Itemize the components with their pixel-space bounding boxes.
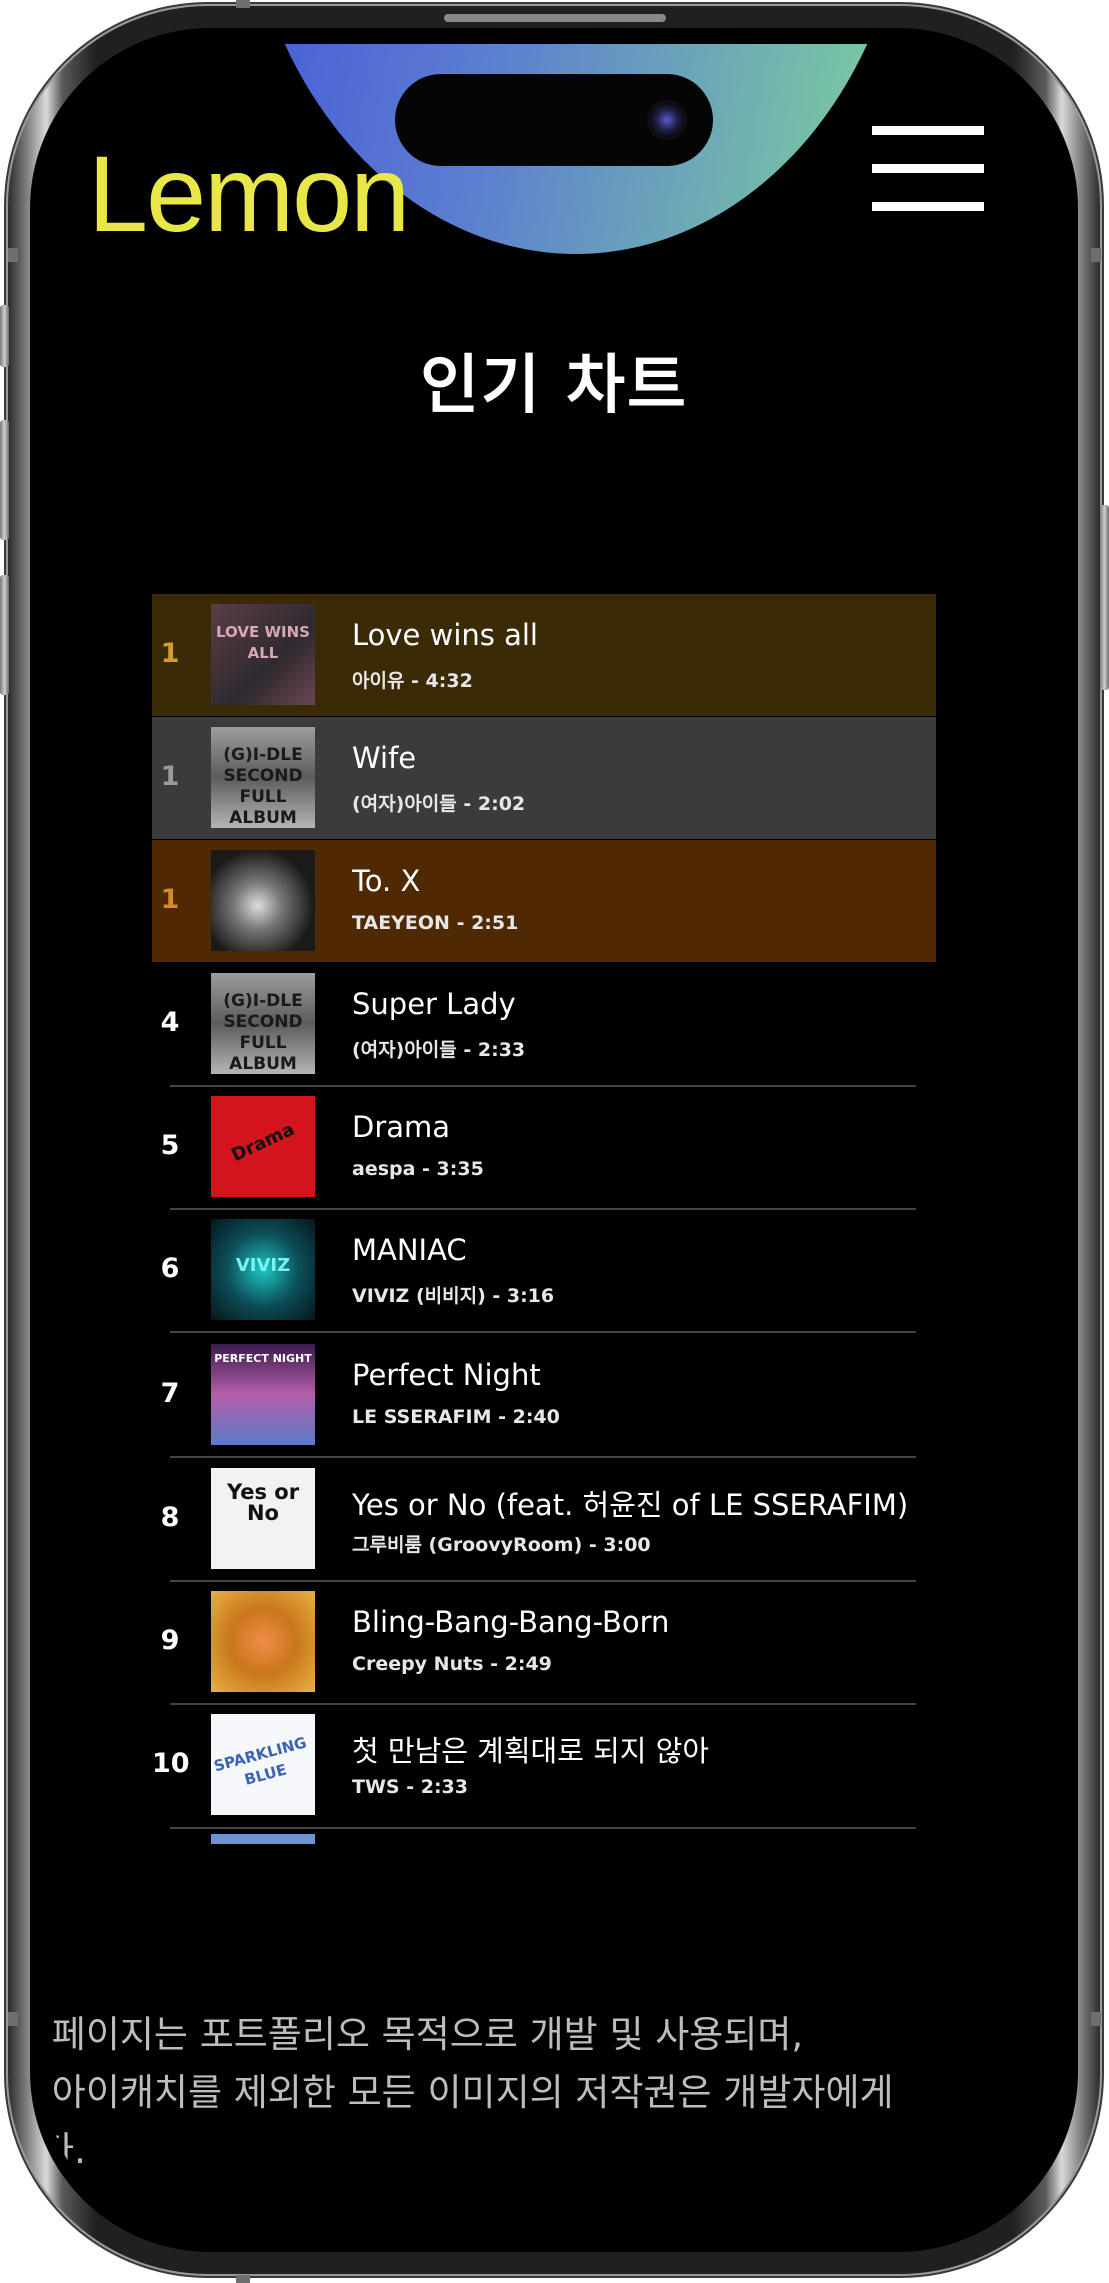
menu-bar — [872, 126, 984, 135]
antenna-band — [1091, 248, 1101, 262]
song-meta: 그루비룸 (GroovyRoom) - 3:00 — [352, 1534, 651, 1556]
rank-number: 10 — [152, 1748, 190, 1779]
antenna-band — [236, 0, 250, 8]
chart-row[interactable]: 6 VIVIZ MANIAC VIVIZ (비비지) - 3:16 — [152, 1209, 936, 1331]
rank-number: 6 — [160, 1253, 180, 1284]
menu-bar — [872, 202, 984, 211]
song-title[interactable]: Wife — [352, 741, 912, 775]
dynamic-island — [395, 74, 713, 166]
speaker-grille — [444, 14, 666, 22]
chart-row[interactable]: 1 To. X TAEYEON - 2:51 — [152, 840, 936, 962]
album-cover[interactable]: LOVE WINS ALL — [211, 604, 315, 705]
antenna-band — [8, 2012, 18, 2026]
footer-line: 본 페이지는 포트폴리오 목적으로 개발 및 사용되며, — [46, 2013, 804, 2056]
row-divider — [170, 1827, 916, 1829]
rank-number: 4 — [160, 1007, 180, 1038]
song-meta: (여자)아이들 - 2:33 — [352, 1039, 526, 1061]
album-cover[interactable]: Drama — [211, 1096, 315, 1197]
lemon-logo[interactable]: Lemon — [88, 134, 410, 254]
hamburger-menu-icon[interactable] — [872, 126, 984, 212]
album-cover[interactable] — [211, 850, 315, 951]
rank-number: 1 — [160, 884, 180, 915]
rank-number: 8 — [160, 1502, 180, 1533]
volume-up-button — [0, 420, 9, 540]
song-meta: (여자)아이들 - 2:02 — [352, 793, 526, 815]
album-cover-art-text: LOVE WINS ALL — [216, 623, 310, 662]
chart-row[interactable]: 9 Bling-Bang-Bang-Born Creepy Nuts - 2:4… — [152, 1581, 936, 1703]
song-title[interactable]: Drama — [352, 1110, 912, 1144]
album-cover[interactable]: Yes or No — [211, 1468, 315, 1569]
album-cover-art-text: Yes or No — [226, 1480, 300, 1525]
song-title[interactable]: Yes or No (feat. 허윤진 of LE SSERAFIM) — [352, 1482, 912, 1524]
song-title[interactable]: Super Lady — [352, 987, 912, 1021]
song-title[interactable]: Perfect Night — [352, 1358, 912, 1392]
song-meta: TAEYEON - 2:51 — [352, 912, 519, 934]
album-cover[interactable]: PERFECT NIGHT — [211, 1344, 315, 1445]
album-cover[interactable]: VIVIZ — [211, 1219, 315, 1320]
album-cover-art-text: PERFECT NIGHT — [214, 1352, 312, 1365]
song-meta: aespa - 3:35 — [352, 1158, 484, 1180]
chart-row[interactable]: 1 (G)I-DLE SECOND FULL ALBUM Wife (여자)아이… — [152, 717, 936, 839]
row-divider — [170, 1331, 916, 1333]
album-cover-art-text: SPARKLING BLUE — [211, 1733, 309, 1789]
page-title: 인기 차트 — [420, 349, 688, 423]
song-title[interactable]: To. X — [352, 864, 912, 898]
album-cover[interactable]: (G)I-DLE SECOND FULL ALBUM — [211, 973, 315, 1074]
copyright-notice: 본 페이지는 포트폴리오 목적으로 개발 및 사용되며, 범 아이캐치를 제외한… — [46, 2006, 1062, 2180]
rank-number: 5 — [160, 1130, 180, 1161]
rank-number: 7 — [160, 1378, 180, 1409]
menu-bar — [872, 164, 984, 173]
song-meta: 아이유 - 4:32 — [352, 670, 473, 692]
volume-down-button — [0, 575, 9, 695]
album-cover[interactable] — [211, 1834, 315, 1844]
rank-number: 1 — [160, 761, 180, 792]
footer-line: 범 아이캐치를 제외한 모든 이미지의 저작권은 개발자에게 — [46, 2071, 894, 2114]
album-cover-art-text: (G)I-DLE SECOND FULL ALBUM — [223, 745, 303, 828]
song-meta: LE SSERAFIM - 2:40 — [352, 1406, 560, 1428]
antenna-band — [236, 2275, 250, 2283]
song-title[interactable]: Love wins all — [352, 618, 912, 652]
album-cover-art-text: Drama — [228, 1118, 298, 1167]
footer-line: 니다. — [46, 2129, 86, 2172]
chart-row[interactable]: 5 Drama Drama aespa - 3:35 — [152, 1086, 936, 1208]
song-meta: Creepy Nuts - 2:49 — [352, 1653, 552, 1675]
antenna-band — [8, 248, 18, 262]
album-cover[interactable]: (G)I-DLE SECOND FULL ALBUM — [211, 727, 315, 828]
screen: Lemon 인기 차트 1 LOVE WINS ALL Love wins al… — [46, 44, 1062, 2240]
power-button — [1100, 505, 1109, 690]
song-meta: VIVIZ (비비지) - 3:16 — [352, 1285, 555, 1307]
song-title[interactable]: Bling-Bang-Bang-Born — [352, 1605, 912, 1639]
camera-icon — [647, 100, 687, 140]
song-title[interactable]: MANIAC — [352, 1233, 912, 1267]
antenna-band — [1091, 2012, 1101, 2026]
rank-number: 9 — [160, 1625, 180, 1656]
chart-row[interactable]: 8 Yes or No Yes or No (feat. 허윤진 of LE S… — [152, 1458, 936, 1580]
chart-list[interactable]: 1 LOVE WINS ALL Love wins all 아이유 - 4:32… — [152, 594, 936, 1844]
rank-number: 1 — [160, 638, 180, 669]
song-meta: TWS - 2:33 — [352, 1776, 468, 1798]
chart-row[interactable]: 1 LOVE WINS ALL Love wins all 아이유 - 4:32 — [152, 594, 936, 716]
song-title[interactable]: 첫 만남은 계획대로 되지 않아 — [352, 1728, 912, 1770]
album-cover-art-text: (G)I-DLE SECOND FULL ALBUM — [223, 991, 303, 1074]
album-cover[interactable] — [211, 1591, 315, 1692]
album-cover-art-text: VIVIZ — [235, 1255, 291, 1276]
action-button — [0, 305, 9, 367]
chart-row[interactable]: 4 (G)I-DLE SECOND FULL ALBUM Super Lady … — [152, 963, 936, 1085]
album-cover[interactable]: SPARKLING BLUE — [211, 1714, 315, 1815]
chart-row[interactable]: 7 PERFECT NIGHT Perfect Night LE SSERAFI… — [152, 1334, 936, 1456]
chart-row[interactable]: 10 SPARKLING BLUE 첫 만남은 계획대로 되지 않아 TWS -… — [152, 1704, 936, 1826]
